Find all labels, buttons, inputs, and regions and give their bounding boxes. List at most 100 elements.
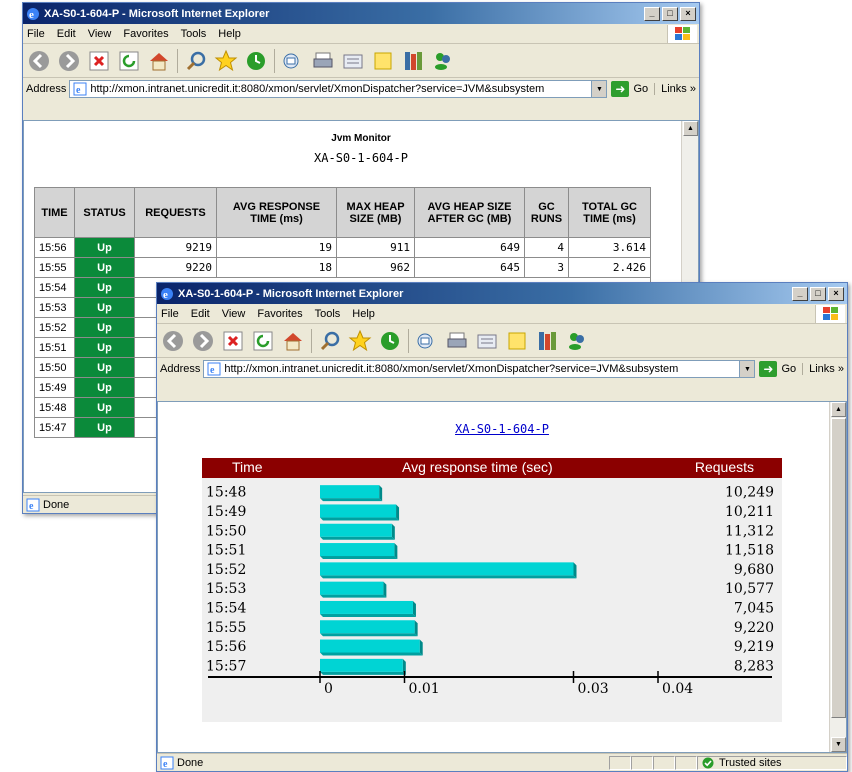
col-requests: REQUESTS (134, 187, 217, 238)
home-icon[interactable] (281, 329, 305, 353)
discuss-icon[interactable] (505, 329, 529, 353)
close-button[interactable]: × (828, 286, 844, 301)
address-dropdown-icon[interactable]: ▼ (591, 81, 607, 97)
menu-file[interactable]: File (27, 28, 45, 40)
links-button[interactable]: Links » (802, 363, 844, 375)
scroll-up-icon[interactable]: ▲ (831, 402, 846, 417)
requests-label: 9,219 (734, 639, 774, 655)
back-window-title: XA-S0-1-604-P - Microsoft Internet Explo… (44, 7, 270, 20)
messenger-icon[interactable] (565, 329, 589, 353)
favorites-icon[interactable] (348, 329, 372, 353)
links-button[interactable]: Links » (654, 83, 696, 95)
scroll-down-icon[interactable]: ▼ (831, 737, 846, 752)
time-label: 15:55 (206, 620, 246, 636)
front-browser-window: e XA-S0-1-604-P - Microsoft Internet Exp… (156, 282, 848, 772)
go-label: Go (781, 363, 797, 375)
mail-icon[interactable] (415, 329, 439, 353)
stop-icon[interactable] (221, 329, 245, 353)
go-button[interactable]: ➜ Go (759, 361, 796, 377)
maximize-button[interactable]: □ (662, 6, 678, 21)
print-icon[interactable] (311, 49, 335, 73)
status-text: Done (177, 756, 204, 769)
bar-bottom (320, 633, 418, 637)
svg-text:e: e (76, 85, 81, 96)
requests-label: 10,249 (725, 485, 774, 501)
bar (320, 562, 574, 576)
menu-view[interactable]: View (88, 28, 112, 40)
messenger-icon[interactable] (431, 49, 455, 73)
home-icon[interactable] (147, 49, 171, 73)
front-vertical-scrollbar[interactable]: ▲ ▼ (829, 402, 846, 752)
bar-bottom (320, 498, 383, 502)
favorites-icon[interactable] (214, 49, 238, 73)
maximize-button[interactable]: □ (810, 286, 826, 301)
table-row: 15:56 Up 9219 19 911 649 4 3.614 (34, 237, 651, 258)
history-icon[interactable] (378, 329, 402, 353)
address-label: Address (160, 363, 201, 375)
requests-label: 9,220 (734, 620, 774, 636)
scroll-thumb[interactable] (831, 418, 846, 718)
back-title-bar[interactable]: e XA-S0-1-604-P - Microsoft Internet Exp… (23, 3, 699, 24)
page-icon: e (73, 82, 87, 96)
menu-help[interactable]: Help (218, 28, 241, 40)
address-text: http://xmon.intranet.unicredit.it:8080/x… (224, 363, 679, 375)
time-label: 15:53 (206, 581, 246, 597)
menu-file[interactable]: File (161, 308, 179, 320)
front-address-bar: Address e http://xmon.intranet.unicredit… (157, 358, 847, 380)
minimize-button[interactable]: _ (644, 6, 660, 21)
response-time-chart: Time Avg response time (sec) Requests 15… (202, 458, 782, 722)
menu-favorites[interactable]: Favorites (257, 308, 302, 320)
bar (320, 523, 392, 537)
menu-edit[interactable]: Edit (57, 28, 76, 40)
back-icon[interactable] (27, 49, 51, 73)
go-button[interactable]: ➜ Go (611, 81, 648, 97)
edit-icon[interactable] (475, 329, 499, 353)
front-title-bar[interactable]: e XA-S0-1-604-P - Microsoft Internet Exp… (157, 283, 847, 304)
chart-svg: 15:48 10,249 15:49 10,211 15:50 11,312 15:51 11… (206, 485, 774, 697)
requests-label: 10,211 (725, 504, 774, 520)
x-tick-label: 0.01 (409, 681, 440, 697)
trusted-sites-icon (702, 757, 714, 768)
scroll-up-icon[interactable]: ▲ (683, 121, 698, 136)
edit-icon[interactable] (341, 49, 365, 73)
refresh-icon[interactable] (251, 329, 275, 353)
menu-edit[interactable]: Edit (191, 308, 210, 320)
research-icon[interactable] (401, 49, 425, 73)
status-badge: Up (74, 397, 135, 418)
search-icon[interactable] (184, 49, 208, 73)
time-label: 15:57 (206, 658, 246, 674)
print-icon[interactable] (445, 329, 469, 353)
refresh-icon[interactable] (117, 49, 141, 73)
menu-favorites[interactable]: Favorites (123, 28, 168, 40)
time-label: 15:50 (206, 523, 246, 539)
menu-tools[interactable]: Tools (181, 28, 207, 40)
mail-icon[interactable] (281, 49, 305, 73)
menu-view[interactable]: View (222, 308, 246, 320)
stop-icon[interactable] (87, 49, 111, 73)
minimize-button[interactable]: _ (792, 286, 808, 301)
research-icon[interactable] (535, 329, 559, 353)
address-input[interactable]: e http://xmon.intranet.unicredit.it:8080… (69, 80, 608, 98)
requests-label: 8,283 (734, 658, 774, 674)
history-icon[interactable] (244, 49, 268, 73)
menu-help[interactable]: Help (352, 308, 375, 320)
back-toolbar (23, 44, 699, 78)
menu-tools[interactable]: Tools (315, 308, 341, 320)
address-dropdown-icon[interactable]: ▼ (739, 361, 755, 377)
col-gc-runs: GC RUNS (524, 187, 569, 238)
status-badge: Up (74, 297, 135, 318)
bar-bottom (320, 613, 416, 617)
time-label: 15:51 (206, 543, 246, 559)
forward-icon[interactable] (57, 49, 81, 73)
bar-bottom (320, 517, 400, 521)
address-label: Address (26, 83, 67, 95)
status-badge: Up (74, 277, 135, 298)
address-input[interactable]: e http://xmon.intranet.unicredit.it:8080… (203, 360, 756, 378)
discuss-icon[interactable] (371, 49, 395, 73)
back-icon[interactable] (161, 329, 185, 353)
server-link[interactable]: XA-S0-1-604-P (158, 422, 846, 436)
forward-icon[interactable] (191, 329, 215, 353)
search-icon[interactable] (318, 329, 342, 353)
col-time: TIME (34, 187, 75, 238)
close-button[interactable]: × (680, 6, 696, 21)
